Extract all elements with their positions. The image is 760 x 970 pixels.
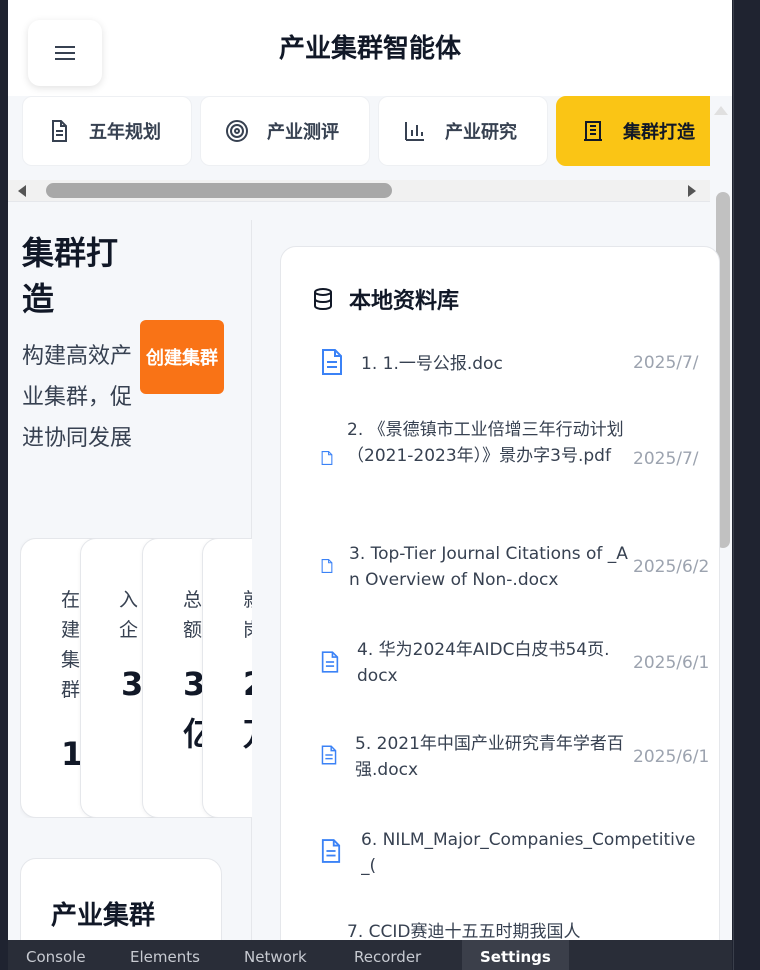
doc-item[interactable]: 6. NILM_Major_Companies_Competitive_( bbox=[321, 827, 719, 883]
database-icon bbox=[314, 288, 332, 311]
tab-cluster-building[interactable]: 集群打造 bbox=[556, 96, 710, 166]
cluster-card: 产业集群 bbox=[20, 858, 222, 940]
devtools-tab-console[interactable]: Console bbox=[26, 948, 86, 966]
file-icon bbox=[321, 745, 337, 765]
devtools-tab-settings[interactable]: Settings bbox=[462, 940, 569, 970]
tab-label: 产业研究 bbox=[445, 122, 517, 143]
document-icon bbox=[52, 120, 67, 142]
doc-name: 7. CCID赛迪十五五时期我国人 bbox=[347, 922, 581, 940]
scroll-left-arrow[interactable] bbox=[18, 185, 26, 197]
page-title: 集群打造 bbox=[22, 234, 119, 318]
tab-industry-evaluation[interactable]: 产业测评 bbox=[200, 96, 370, 166]
target-icon bbox=[226, 120, 248, 142]
app-title: 产业集群智能体 bbox=[278, 34, 461, 64]
doc-item[interactable]: 1. 1.一号公报.doc 2025/7/ bbox=[321, 347, 719, 381]
file-icon bbox=[321, 451, 333, 465]
create-cluster-button[interactable]: 创建集群 bbox=[140, 320, 224, 394]
scroll-up-arrow[interactable] bbox=[714, 106, 728, 115]
doc-name-text: 6. NILM_Major_Companies_Competitive_( bbox=[361, 830, 696, 876]
doc-date: 2025/6/1 bbox=[633, 653, 710, 673]
window-frame-edge bbox=[733, 0, 734, 970]
window-frame bbox=[732, 0, 760, 970]
tab-five-year-plan[interactable]: 五年规划 bbox=[22, 96, 192, 166]
doc-item[interactable]: 4. 华为2024年AIDC白皮书54页.docx 2025/6/1 bbox=[321, 637, 719, 693]
doc-name: 6. NILM_Major_Companies_Competitive_( bbox=[361, 827, 719, 879]
horizontal-scrollbar[interactable] bbox=[8, 180, 710, 202]
create-cluster-label: 创建集群 bbox=[146, 348, 218, 369]
devtools-tab-elements[interactable]: Elements bbox=[130, 948, 200, 966]
library-header: 本地资料库 bbox=[311, 283, 459, 315]
cluster-title: 产业集群 bbox=[51, 901, 156, 931]
scroll-right-arrow[interactable] bbox=[688, 185, 696, 197]
module-tabs: 五年规划 产业测评 产业研究 集群打造 bbox=[8, 92, 710, 182]
tab-label: 五年规划 bbox=[89, 122, 161, 143]
page-subtitle: 构建高效产业集群，促进协同发展 bbox=[22, 344, 133, 451]
doc-date: 2025/6/1 bbox=[633, 747, 710, 767]
doc-name: 5. 2021年中国产业研究青年学者百强.docx bbox=[355, 734, 624, 780]
tab-label: 集群打造 bbox=[623, 122, 695, 143]
stat-label: 入企 bbox=[119, 589, 139, 641]
tab-label: 产业测评 bbox=[267, 122, 339, 143]
doc-item[interactable]: 3. Top-Tier Journal Citations of _An Ove… bbox=[321, 541, 719, 601]
app-header: 产业集群智能体 bbox=[8, 0, 732, 96]
doc-name: 4. 华为2024年AIDC白皮书54页.docx bbox=[357, 640, 610, 686]
file-icon bbox=[321, 559, 333, 573]
file-icon bbox=[322, 349, 342, 375]
stat-value: 3 bbox=[121, 665, 144, 703]
stat-card: 就业岗位 2.万 bbox=[202, 538, 252, 818]
tab-industry-research[interactable]: 产业研究 bbox=[378, 96, 548, 166]
devtools-tab-network[interactable]: Network bbox=[244, 948, 307, 966]
doc-date: 2025/7/ bbox=[633, 449, 699, 469]
file-icon bbox=[321, 651, 339, 673]
file-icon bbox=[321, 839, 341, 863]
horizontal-scroll-thumb[interactable] bbox=[46, 183, 392, 198]
library-title: 本地资料库 bbox=[349, 289, 460, 314]
doc-item[interactable]: 5. 2021年中国产业研究青年学者百强.docx 2025/6/1 bbox=[321, 731, 719, 787]
doc-item[interactable]: 2. 《景德镇市工业倍增三年行动计划（2021-2023年）》景办字3号.pdf… bbox=[321, 417, 719, 507]
building-icon bbox=[584, 121, 602, 141]
doc-item[interactable]: 7. CCID赛迪十五五时期我国人 bbox=[321, 919, 719, 940]
doc-date: 2025/7/ bbox=[633, 353, 699, 373]
devtools-tabbar: Console Elements Network Recorder Settin… bbox=[8, 940, 732, 970]
doc-name: 1. 1.一号公报.doc bbox=[361, 354, 503, 374]
stats-cards: 在建集群 1 入企 3 总额 3亿 就业岗位 2.万 bbox=[20, 538, 252, 818]
devtools-tab-recorder[interactable]: Recorder bbox=[354, 948, 421, 966]
doc-name: 3. Top-Tier Journal Citations of _An Ove… bbox=[349, 544, 628, 590]
doc-name: 2. 《景德镇市工业倍增三年行动计划（2021-2023年）》景办字3号.pdf bbox=[347, 420, 624, 466]
doc-date: 2025/6/2 bbox=[633, 557, 710, 577]
local-library-card: 本地资料库 1. 1.一号公报.doc 2025/7/ 2. 《景德镇市工业倍增… bbox=[280, 246, 720, 940]
app-viewport: 产业集群智能体 五年规划 产业测评 产业研究 集群打造 集群打造 构建高效产业集… bbox=[8, 0, 732, 940]
bar-chart-icon bbox=[405, 122, 424, 141]
stat-value: 2.万 bbox=[243, 659, 252, 759]
stat-label: 就业岗位 bbox=[243, 585, 252, 645]
